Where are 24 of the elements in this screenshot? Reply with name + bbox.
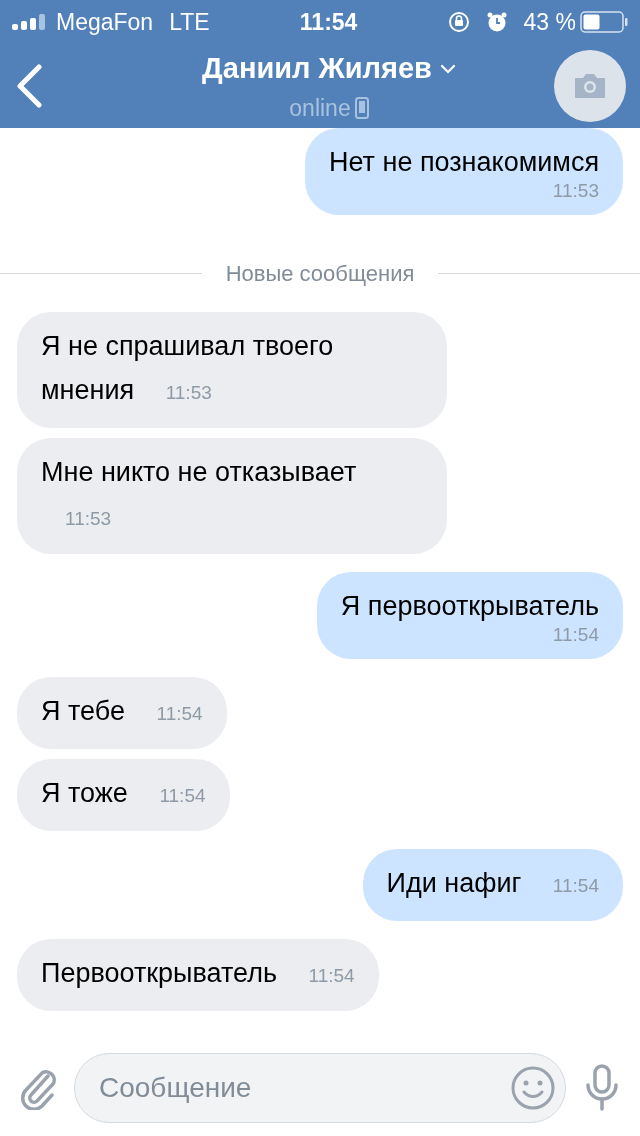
message-field[interactable]: Сообщение — [74, 1053, 566, 1123]
received-message[interactable]: Я тоже 11:54 — [17, 759, 230, 831]
camera-icon — [572, 72, 608, 100]
smiley-icon[interactable] — [510, 1065, 556, 1111]
received-message[interactable]: Мне никто не отказывает 11:53 — [17, 438, 447, 554]
sent-message[interactable]: Нет не познакомимся 11:53 — [305, 128, 623, 215]
received-message[interactable]: Я не спрашивал твоего мнения 11:53 — [17, 312, 447, 428]
sent-message[interactable]: Я первооткрыватель 11:54 — [316, 572, 623, 659]
phone-icon — [354, 96, 369, 119]
clock-time: 11:54 — [299, 7, 358, 37]
online-status: online — [289, 93, 351, 123]
contact-name[interactable]: Даниил Жиляев — [202, 47, 432, 91]
received-message[interactable]: Я тебе 11:54 — [17, 677, 227, 749]
back-icon[interactable] — [14, 64, 44, 108]
sent-message[interactable]: Иди нафиг 11:54 — [362, 849, 623, 921]
new-messages-divider: Новые сообщения — [224, 260, 416, 288]
received-message[interactable]: Первооткрыватель 11:54 — [17, 939, 379, 1011]
alarm-icon — [485, 11, 508, 33]
network-type: LTE — [169, 7, 210, 37]
carrier-name: MegaFon — [56, 7, 154, 37]
battery-icon — [580, 11, 628, 33]
rotation-lock-icon — [447, 11, 470, 33]
chevron-down-icon[interactable] — [439, 63, 456, 74]
battery-percent: 43 % — [523, 7, 576, 37]
